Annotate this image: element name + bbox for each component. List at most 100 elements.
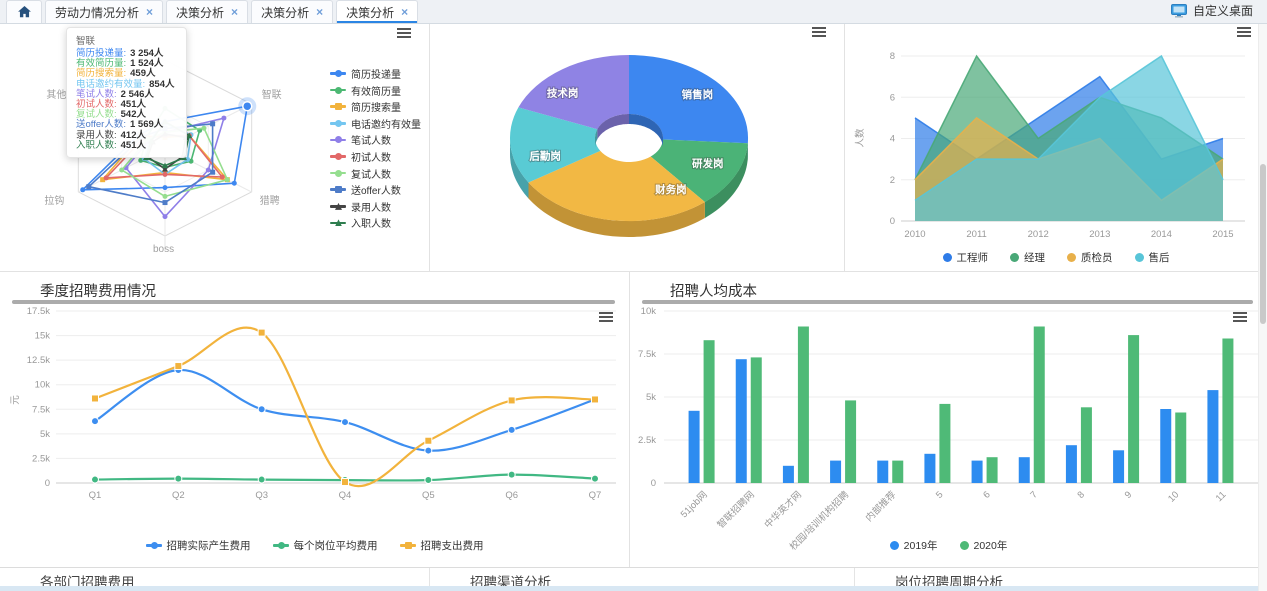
bar-2019年[interactable] bbox=[924, 454, 935, 483]
chart-menu-icon[interactable] bbox=[1233, 312, 1247, 322]
bar-2020年[interactable] bbox=[704, 340, 715, 483]
per-capita-cost-bar-chart[interactable]: 02.5k5k7.5k10k51job网智联招聘网中华英才网校园/培训机构招聘内… bbox=[630, 272, 1266, 568]
chart-menu-icon[interactable] bbox=[599, 312, 613, 322]
bar-chart-legend: 2019年 2020年 bbox=[630, 538, 1267, 553]
house-icon bbox=[18, 6, 31, 18]
bar-2019年[interactable] bbox=[783, 466, 794, 483]
bar-2020年[interactable] bbox=[987, 457, 998, 483]
staff-count-area-chart[interactable]: 02468201020112012201320142015人数 bbox=[845, 24, 1266, 271]
svg-text:2012: 2012 bbox=[1028, 229, 1049, 240]
customize-desktop-button[interactable]: 自定义桌面 bbox=[1171, 2, 1267, 23]
legend-item[interactable]: 质检员 bbox=[1067, 250, 1113, 265]
bar-2020年[interactable] bbox=[1222, 339, 1233, 484]
bar-2020年[interactable] bbox=[845, 400, 856, 483]
legend-item[interactable]: 每个岗位平均费用 bbox=[273, 538, 378, 553]
bar-2020年[interactable] bbox=[1081, 407, 1092, 483]
legend-item[interactable]: 电话邀约有效量 bbox=[330, 116, 421, 131]
tab-home[interactable] bbox=[6, 0, 42, 23]
close-icon[interactable]: × bbox=[146, 5, 153, 19]
post-distribution-pie-chart[interactable]: 销售岗研发岗财务岗后勤岗技术岗 bbox=[430, 24, 844, 271]
legend-item[interactable]: 复试人数 bbox=[330, 166, 421, 181]
svg-text:2010: 2010 bbox=[904, 229, 925, 240]
legend-item[interactable]: 简历投递量 bbox=[330, 66, 421, 81]
bar-2019年[interactable] bbox=[1207, 390, 1218, 483]
bar-2020年[interactable] bbox=[1128, 335, 1139, 483]
tab-1[interactable]: 决策分析× bbox=[166, 0, 248, 23]
legend-item[interactable]: 入职人数 bbox=[330, 215, 421, 230]
legend-item[interactable]: 初试人数 bbox=[330, 149, 421, 164]
bar-2019年[interactable] bbox=[736, 359, 747, 483]
legend-item[interactable]: 有效简历量 bbox=[330, 83, 421, 98]
area-chart-legend: 工程师 经理 质检员 售后 bbox=[845, 250, 1267, 265]
bar-2020年[interactable] bbox=[892, 461, 903, 483]
legend-item[interactable]: 2020年 bbox=[960, 538, 1008, 553]
scrollbar-thumb[interactable] bbox=[1260, 164, 1266, 324]
quarter-cost-line-chart[interactable]: 02.5k5k7.5k10k12.5k15k17.5kQ1Q2Q3Q4Q5Q6Q… bbox=[0, 272, 629, 568]
tab-label: 决策分析 bbox=[346, 4, 394, 21]
bar-2020年[interactable] bbox=[751, 357, 762, 483]
chart-menu-icon[interactable] bbox=[812, 27, 826, 37]
legend-item[interactable]: 送offer人数 bbox=[330, 182, 421, 197]
tooltip-items: 简历投递量:3 254人有效简历量:1 524人简历搜索量:459人电话邀约有效… bbox=[76, 49, 175, 151]
legend-marker bbox=[330, 139, 346, 142]
tab-0[interactable]: 劳动力情况分析× bbox=[45, 0, 163, 23]
tab-2[interactable]: 决策分析× bbox=[251, 0, 333, 23]
bar-2019年[interactable] bbox=[1019, 457, 1030, 483]
svg-text:Q4: Q4 bbox=[339, 490, 352, 501]
tooltip-title: 智联 bbox=[76, 33, 175, 47]
bar-2019年[interactable] bbox=[1160, 409, 1171, 483]
svg-text:8: 8 bbox=[1076, 489, 1088, 501]
legend-item[interactable]: 售后 bbox=[1135, 250, 1170, 265]
bar-2019年[interactable] bbox=[877, 461, 888, 483]
legend-marker bbox=[1010, 253, 1019, 262]
legend-item[interactable]: 招聘支出费用 bbox=[400, 538, 484, 553]
legend-marker bbox=[943, 253, 952, 262]
legend-item[interactable]: 笔试人数 bbox=[330, 132, 421, 147]
bar-2020年[interactable] bbox=[798, 327, 809, 484]
bar-2019年[interactable] bbox=[1113, 450, 1124, 483]
svg-text:11: 11 bbox=[1214, 489, 1229, 504]
legend-marker bbox=[330, 89, 346, 92]
line-chart-legend: 招聘实际产生费用 每个岗位平均费用 招聘支出费用 bbox=[0, 538, 629, 553]
quarter-cost-line-panel: 季度招聘费用情况 02.5k5k7.5k10k12.5k15k17.5kQ1Q2… bbox=[0, 272, 630, 568]
tab-3[interactable]: 决策分析 × bbox=[336, 0, 418, 23]
legend-label: 电话邀约有效量 bbox=[351, 116, 421, 131]
customize-desktop-label: 自定义桌面 bbox=[1193, 2, 1253, 19]
svg-text:7: 7 bbox=[1028, 489, 1040, 501]
close-icon[interactable]: × bbox=[231, 5, 238, 19]
top-chart-row: 智联猎聘boss拉钩其他 简历投递量有效简历量简历搜索量电话邀约有效量笔试人数初… bbox=[0, 24, 1267, 271]
bar-2019年[interactable] bbox=[1066, 445, 1077, 483]
legend-label: 经理 bbox=[1024, 250, 1045, 265]
panel-scrollbar[interactable] bbox=[642, 300, 1253, 304]
legend-item[interactable]: 招聘实际产生费用 bbox=[146, 538, 251, 553]
svg-text:内部推荐: 内部推荐 bbox=[863, 488, 899, 524]
legend-item[interactable]: 工程师 bbox=[943, 250, 989, 265]
bar-2020年[interactable] bbox=[1034, 327, 1045, 484]
chart-menu-icon[interactable] bbox=[397, 28, 411, 38]
close-icon[interactable]: × bbox=[316, 5, 323, 19]
per-capita-cost-bar-panel: 招聘人均成本 02.5k5k7.5k10k51job网智联招聘网中华英才网校园/… bbox=[630, 272, 1267, 568]
svg-text:17.5k: 17.5k bbox=[27, 306, 50, 317]
page-scrollbar[interactable] bbox=[1258, 24, 1267, 591]
legend-item[interactable]: 录用人数 bbox=[330, 199, 421, 214]
bar-2019年[interactable] bbox=[972, 461, 983, 483]
svg-text:0: 0 bbox=[45, 478, 50, 489]
svg-text:中华英才网: 中华英才网 bbox=[762, 489, 804, 531]
bar-2019年[interactable] bbox=[830, 461, 841, 483]
panel-scrollbar[interactable] bbox=[12, 300, 615, 304]
legend-item[interactable]: 经理 bbox=[1010, 250, 1045, 265]
legend-item[interactable]: 简历搜索量 bbox=[330, 99, 421, 114]
svg-text:智联招聘网: 智联招聘网 bbox=[715, 489, 757, 531]
svg-text:0: 0 bbox=[890, 216, 895, 227]
legend-marker bbox=[960, 541, 969, 550]
bar-2020年[interactable] bbox=[1175, 413, 1186, 484]
legend-label: 笔试人数 bbox=[351, 132, 391, 147]
bar-2019年[interactable] bbox=[689, 411, 700, 483]
bar-2020年[interactable] bbox=[939, 404, 950, 483]
legend-marker bbox=[330, 205, 346, 208]
close-icon[interactable]: × bbox=[401, 5, 408, 19]
legend-item[interactable]: 2019年 bbox=[890, 538, 938, 553]
chart-menu-icon[interactable] bbox=[1237, 27, 1251, 37]
radar-legend: 简历投递量有效简历量简历搜索量电话邀约有效量笔试人数初试人数复试人数送offer… bbox=[330, 66, 421, 230]
svg-text:4: 4 bbox=[890, 134, 895, 145]
